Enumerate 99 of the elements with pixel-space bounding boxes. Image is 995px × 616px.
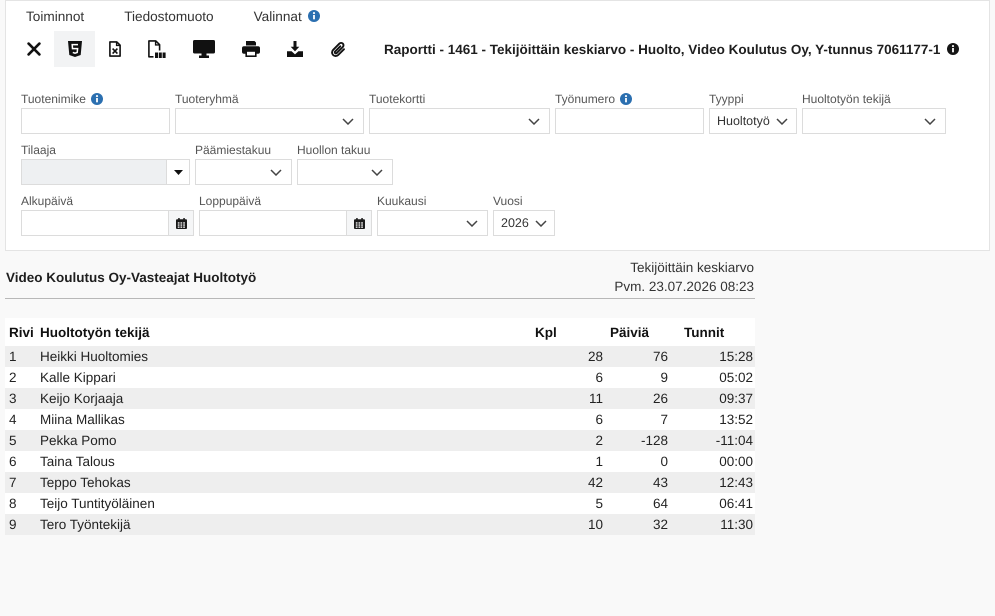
table-cell-text: 5	[594, 495, 604, 512]
field-label: Loppupäivä	[199, 194, 262, 208]
table-cell-text: 7	[8, 474, 18, 491]
table-cell-text: 42	[586, 474, 604, 491]
table-cell-text: 11	[588, 390, 604, 407]
date-input[interactable]	[199, 210, 346, 236]
table-cell-text: 06:41	[718, 495, 754, 512]
printer-icon	[242, 41, 260, 57]
table-cell-text: Kalle Kippari	[39, 369, 117, 386]
field-label: Tyyppi	[709, 92, 744, 106]
html5-shield-icon	[68, 41, 82, 57]
chevron-down-icon	[776, 118, 788, 124]
column-header: Päiviä	[609, 324, 650, 340]
table-cell-text: 00:00	[718, 453, 754, 470]
chevron-down-icon	[528, 118, 540, 124]
table-cell-text: 76	[652, 348, 669, 365]
field-label: Kuukausi	[377, 194, 426, 208]
table-cell-text: -128	[640, 432, 669, 449]
table-cell-text: 9	[659, 369, 669, 386]
report-heading: Raportti - 1461 - Tekijöittäin keskiarvo - Huolto, Video Koulutus Oy, Y-tunnus 7061177-1	[384, 42, 940, 56]
table-cell-text: 7	[659, 411, 669, 428]
calendar-button[interactable]	[168, 210, 194, 236]
table-cell-text: 26	[652, 390, 669, 407]
menu-item[interactable]: Valinnat	[254, 8, 302, 24]
table-cell-text: Teppo Tehokas	[39, 474, 132, 491]
table-cell-text: 28	[586, 348, 604, 365]
table-cell-text: 6	[594, 411, 604, 428]
table-cell-text: Miina Mallikas	[39, 411, 126, 428]
report-subtitle: Tekijöittäin keskiarvo	[630, 259, 754, 277]
table-cell-text: 1	[8, 348, 18, 365]
monitor-icon	[192, 40, 214, 58]
document-icon	[148, 40, 166, 58]
field-label: Alkupäivä	[21, 194, 74, 208]
table-cell-text: 6	[8, 453, 18, 470]
chevron-down-icon	[466, 220, 478, 226]
date-input[interactable]	[21, 210, 168, 236]
dropdown[interactable]: Huoltotyö	[709, 108, 797, 134]
calendar-icon	[354, 218, 364, 228]
menu-item[interactable]: Toiminnot	[26, 8, 84, 24]
column-header: Huoltotyön tekijä	[39, 324, 151, 340]
field-label: Huollon takuu	[297, 142, 370, 156]
chevron-down-icon	[924, 118, 936, 124]
field-label: Vuosi	[493, 194, 523, 208]
table-cell-text: Pekka Pomo	[39, 432, 118, 449]
table-cell-text: Keijo Korjaaja	[39, 390, 124, 407]
table-cell-text: 0	[659, 453, 669, 470]
chevron-down-icon	[342, 118, 354, 124]
table-cell-text: 05:02	[718, 369, 754, 386]
table-cell-text: 8	[8, 495, 18, 512]
file-x-icon	[108, 41, 120, 57]
dropdown-button[interactable]	[166, 159, 190, 185]
text-input[interactable]	[555, 108, 704, 134]
download-icon	[286, 41, 302, 57]
table-cell-text: Taina Talous	[39, 453, 116, 470]
table-cell-text: 10	[586, 516, 604, 533]
table-cell-text: 6	[594, 369, 604, 386]
chevron-down-icon	[371, 168, 383, 176]
report-date: Pvm. 23.07.2026 08:23	[614, 278, 754, 296]
text-input[interactable]	[21, 108, 170, 134]
field-label: Tuotekortti	[369, 92, 426, 106]
table-cell-text: 1	[594, 453, 604, 470]
field-label: Työnumero	[555, 92, 616, 106]
table-cell-text: Teijo Tuntityöläinen	[39, 495, 156, 512]
table-cell-text: -11:04	[714, 432, 754, 449]
table-cell-text: 5	[8, 432, 18, 449]
table-cell-text: 2	[8, 369, 18, 386]
column-header: Kpl	[534, 324, 558, 340]
dropdown[interactable]: 2026	[493, 210, 555, 236]
field-label: Päämiestakuu	[195, 142, 272, 156]
column-header: Tunnit	[683, 324, 726, 340]
chevron-down-icon	[534, 220, 547, 226]
table-cell-text: 09:37	[718, 390, 754, 407]
table-cell-text: 3	[8, 390, 18, 407]
menu-item[interactable]: Tiedostomuoto	[124, 8, 214, 24]
table-cell-text: 64	[652, 495, 669, 512]
field-label: Tuotenimike	[21, 92, 86, 106]
paperclip-icon	[330, 40, 346, 58]
field-label: Huoltotyön tekijä	[802, 92, 891, 106]
table-cell-text: 32	[652, 516, 669, 533]
close-icon	[26, 42, 40, 56]
report-title: Video Koulutus Oy-Vasteajat Huoltotyö	[6, 270, 256, 284]
table-cell-text: 12:43	[718, 474, 754, 491]
table-cell-text: 2	[594, 432, 604, 449]
chevron-down-icon	[270, 168, 282, 176]
table-cell-text: 13:52	[718, 411, 754, 428]
calendar-icon	[176, 218, 186, 228]
column-header: Rivi	[8, 324, 35, 340]
table-cell-text: 4	[8, 411, 18, 428]
table-cell-text: Heikki Huoltomies	[39, 348, 150, 365]
caret-down-icon	[174, 170, 182, 174]
table-cell-text: 15:28	[718, 348, 754, 365]
field-label: Tuoteryhmä	[175, 92, 239, 106]
table-cell-text: 11:30	[719, 516, 754, 533]
table-cell-text: Tero Työntekijä	[39, 516, 132, 533]
table-cell-text: 43	[652, 474, 669, 491]
calendar-button[interactable]	[346, 210, 372, 236]
html-export-button[interactable]	[54, 31, 95, 67]
table-cell-text: 9	[8, 516, 18, 533]
field-label: Tilaaja	[21, 142, 56, 156]
